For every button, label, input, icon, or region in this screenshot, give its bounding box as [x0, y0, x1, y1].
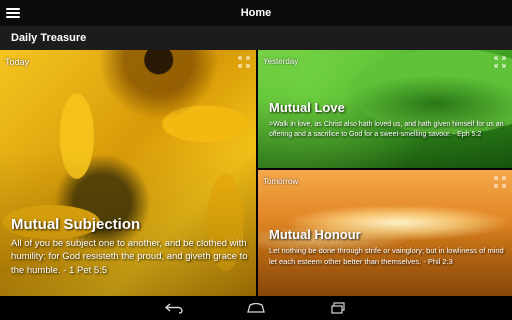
- action-bar: Home: [0, 0, 512, 26]
- yesterday-card[interactable]: Yesterday Mutual Love >Walk in love, as …: [258, 50, 512, 168]
- app-title: Home: [240, 7, 272, 19]
- expand-icon[interactable]: [238, 56, 250, 68]
- today-verse: All of you be subject one to another, an…: [11, 238, 248, 276]
- section-title: Daily Treasure: [11, 32, 87, 44]
- recents-icon[interactable]: [326, 300, 350, 316]
- expand-icon[interactable]: [494, 176, 506, 188]
- today-card[interactable]: Today Mutual Subjection All of you be su…: [0, 50, 256, 296]
- tomorrow-verse: Let nothing be done through strife or va…: [269, 246, 504, 266]
- home-icon[interactable]: [244, 300, 268, 316]
- system-nav-bar: [0, 296, 512, 320]
- menu-icon[interactable]: [6, 6, 20, 20]
- section-header: Daily Treasure: [0, 26, 512, 50]
- back-icon[interactable]: [162, 300, 186, 316]
- yesterday-verse: >Walk in love, as Christ also hath loved…: [269, 121, 504, 138]
- tomorrow-card[interactable]: Tomorrow Mutual Honour Let nothing be do…: [258, 170, 512, 296]
- tomorrow-label: Tomorrow: [263, 177, 299, 186]
- today-label: Today: [5, 57, 30, 67]
- yesterday-title: Mutual Love: [269, 100, 345, 115]
- tomorrow-title: Mutual Honour: [269, 227, 361, 242]
- expand-icon[interactable]: [494, 56, 506, 68]
- today-title: Mutual Subjection: [11, 216, 141, 233]
- yesterday-label: Yesterday: [263, 57, 299, 66]
